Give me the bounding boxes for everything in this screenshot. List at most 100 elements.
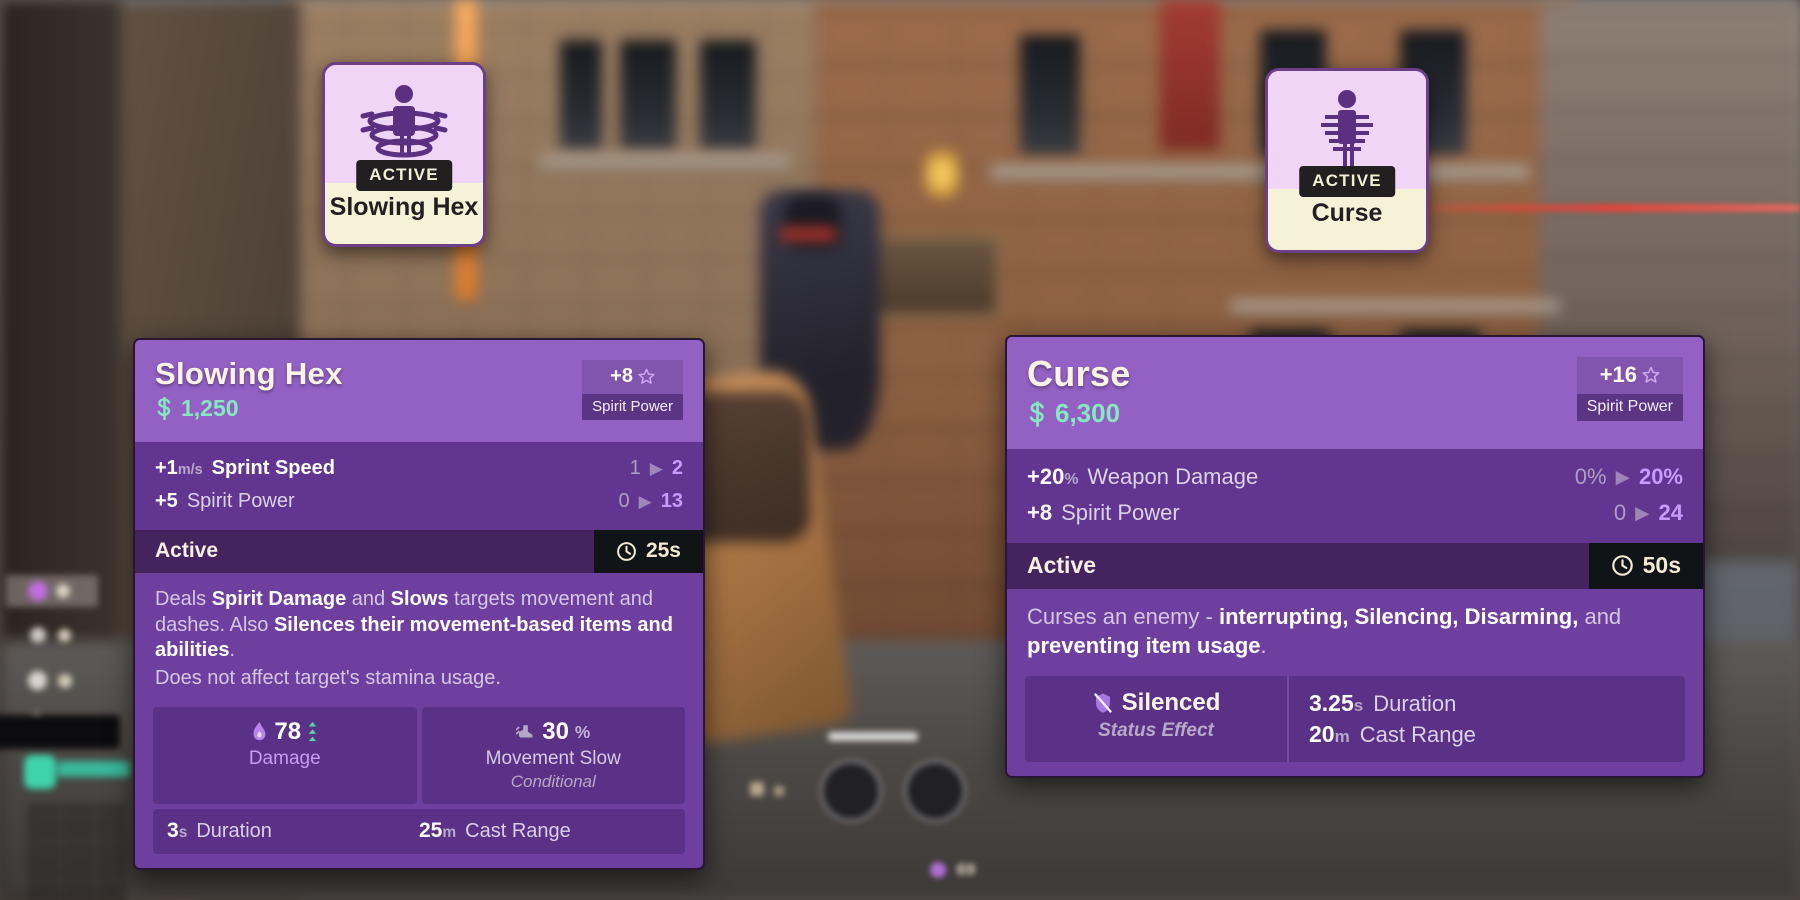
wide-stat-label: Cast Range [465,820,571,843]
spirit-damage-icon [253,722,266,741]
stat-amount: +1m/s [155,457,203,479]
clock-icon [617,541,636,561]
ledge [540,155,790,169]
stat-amount: +5 [155,490,178,512]
stat-box-damage: 78 Damage [153,707,417,805]
spirit-power-value: +16 [1599,362,1638,387]
arrow-right-icon: ▶ [638,491,652,511]
ledge [1230,300,1560,314]
stat-progression: 0% ▶ 20% [1575,464,1683,490]
clock-icon [1611,555,1633,576]
stat-from: 0 [618,490,630,512]
arrow-right-icon: ▶ [649,458,663,478]
arrow-right-icon: ▶ [1635,502,1650,523]
stat-from: 1 [629,457,641,479]
item-icon-card-curse[interactable]: ACTIVE Curse [1265,68,1429,253]
stat-box-value: 30 [542,718,569,746]
hud-top-chip [6,575,98,607]
tooltip-active-band: Active 50s [1007,543,1703,589]
stat-box-row: 78 Damage 30% Movement Slow Conditional [153,707,685,805]
laser-beam [1380,205,1800,211]
status-effect-right: 3.25s Duration 20m Cast Range [1289,676,1685,762]
wide-stat-box: 3s Duration 25m Cast Range [153,809,685,855]
stat-box-label: Movement Slow [485,748,621,770]
icon-card-name: Slowing Hex [329,193,479,221]
stat-left: +5 Spirit Power [155,490,295,513]
hud-ability-slot [904,760,966,822]
stat-row: +20% Weapon Damage 0% ▶ 20% [1027,459,1683,495]
scaling-arrows-icon [308,722,317,742]
stat-box-value: 78 [274,718,302,746]
star-icon [638,368,655,384]
hud-souls-counter: 69 [930,860,975,880]
stat-left: +1m/s Sprint Speed [155,457,335,480]
stat-unit: m/s [177,462,203,478]
boot-slow-icon [516,725,533,738]
hud-ability-slot [820,760,882,822]
wide-stat-value: 3s [167,819,188,843]
stat-row: +1m/s Sprint Speed 1 ▶ 2 [155,452,683,485]
item-icon-card-slowing-hex[interactable]: ACTIVE Slowing Hex [322,62,486,247]
stat-label: Sprint Speed [211,457,335,479]
status-effect-left: Silenced Status Effect [1025,676,1289,763]
status-stat-value: 20m [1309,721,1350,748]
stat-amount: +8 [1027,500,1053,525]
tooltip-cost-value: 6,300 [1055,398,1121,428]
description-line-1: Deals Spirit Damage and Slows targets mo… [155,588,673,662]
tooltip-header: Curse 6,300 +16 Spirit Power [1007,337,1703,449]
stat-progression: 1 ▶ 2 [630,457,683,480]
spirit-power-value: +8 [610,365,633,387]
slowing-hex-icon [360,85,448,158]
tooltip-cost-value: 1,250 [181,395,239,421]
cooldown-chip: 50s [1588,543,1703,589]
spirit-power-value-row: +16 [1576,357,1683,394]
hud-spirit-dot [28,581,48,601]
souls-icon [157,397,171,420]
status-stat-unit: s [1353,696,1364,716]
status-effect-title-row: Silenced [1035,689,1277,717]
wide-stat-label: Duration [196,820,272,843]
stat-box-note: Conditional [510,772,596,792]
cooldown-value: 50s [1642,552,1681,578]
wide-stat-cast-range: 25m Cast Range [419,819,671,843]
hud-divider-bar [0,715,120,749]
silenced-icon [1093,693,1112,713]
hud-stat-dot [58,674,72,688]
window [560,40,602,150]
stat-from: 0% [1574,464,1607,489]
tooltip-description: Curses an enemy - interrupting, Silencin… [1007,589,1703,668]
icon-card-art-area: ACTIVE [325,65,483,191]
stat-from: 0 [1613,500,1627,525]
arrow-right-icon: ▶ [1615,466,1630,487]
status-stat-value: 3.25s [1309,690,1364,717]
stat-row: +8 Spirit Power 0 ▶ 24 [1027,495,1683,531]
hud-small-icon [750,782,764,796]
tooltip-active-band: Active 25s [135,530,703,573]
stat-row: +5 Spirit Power 0 ▶ 13 [155,485,683,518]
hud-stat-dot [56,584,70,598]
spirit-power-label: Spirit Power [582,394,683,420]
status-stat-duration: 3.25s Duration [1309,688,1675,719]
red-awning [1160,0,1220,150]
souls-icon [1029,400,1044,427]
stat-box-movement-slow: 30% Movement Slow Conditional [421,707,685,805]
wide-stat-duration: 3s Duration [167,819,419,843]
tooltip-description: Deals Spirit Damage and Slows targets mo… [135,573,703,699]
enemy-character-head [785,196,841,248]
tooltip-stat-boxes: 78 Damage 30% Movement Slow Conditional … [135,699,703,868]
window [700,40,756,150]
cooldown-value: 25s [645,539,681,562]
stat-box-value-row: 30% [432,718,676,746]
active-label: Active [155,539,219,562]
stat-to: 24 [1658,500,1683,525]
wide-stat-unit: m [442,824,457,842]
tooltip-curse: Curse 6,300 +16 Spirit Power +20% Weapon… [1005,335,1705,779]
stat-label: Spirit Power [186,490,295,512]
hud-small-icon [774,786,784,796]
icon-card-art-area: ACTIVE [1268,71,1426,197]
hud-souls-bar [58,761,130,777]
wide-stat-value: 25m [419,819,457,843]
street-lamp [925,145,959,203]
hud-stat-dot [58,629,71,642]
stat-amount: +20% [1027,464,1079,489]
